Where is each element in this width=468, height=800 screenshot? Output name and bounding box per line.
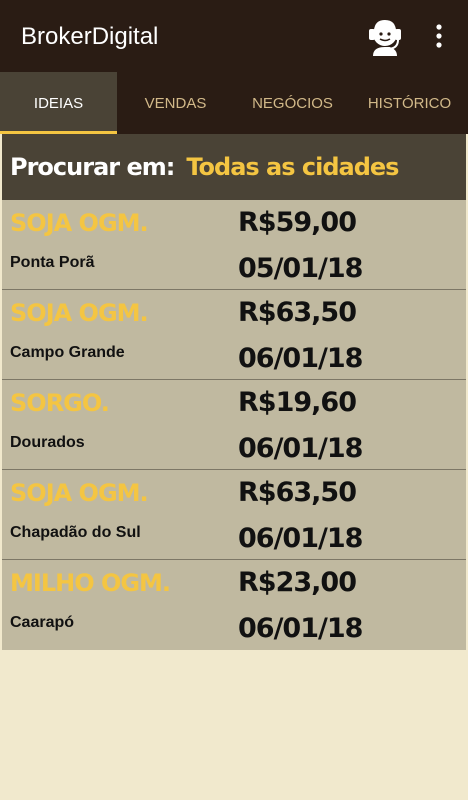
city-name: Campo Grande [10, 344, 125, 361]
product-name: SOJA OGM. [10, 479, 149, 507]
list-item[interactable]: SOJA OGM. Ponta Porã R$59,00 05/01/18 [2, 200, 466, 290]
tab-label: HISTÓRICO [367, 94, 452, 112]
filter-label: Procurar em: [10, 153, 175, 181]
price: R$63,50 [238, 297, 357, 328]
city-name: Ponta Porã [10, 254, 95, 271]
date: 05/01/18 [238, 253, 363, 284]
city-name: Caarapó [10, 614, 75, 631]
offers-list: SOJA OGM. Ponta Porã R$59,00 05/01/18 SO… [2, 200, 466, 650]
app-title: BrokerDigital [21, 23, 159, 50]
city-name: Dourados [10, 434, 85, 451]
support-agent-icon[interactable] [366, 16, 404, 56]
city-name: Chapadão do Sul [10, 524, 141, 541]
date: 06/01/18 [238, 523, 363, 554]
filter-value[interactable]: Todas as cidades [186, 153, 399, 181]
product-name: SOJA OGM. [10, 209, 149, 237]
tab-label: NEGÓCIOS [252, 94, 333, 112]
list-item[interactable]: SOJA OGM. Chapadão do Sul R$63,50 06/01/… [2, 470, 466, 560]
tab-ideias[interactable]: IDEIAS [0, 72, 117, 134]
city-filter[interactable]: Procurar em: Todas as cidades [2, 134, 466, 200]
tab-negocios[interactable]: NEGÓCIOS [234, 72, 351, 134]
list-item[interactable]: SOJA OGM. Campo Grande R$63,50 06/01/18 [2, 290, 466, 380]
tab-bar: IDEIAS VENDAS NEGÓCIOS HISTÓRICO [0, 72, 468, 134]
price: R$59,00 [238, 207, 357, 238]
app-bar: BrokerDigital [0, 0, 468, 72]
tab-label: VENDAS [144, 94, 207, 112]
tab-historico[interactable]: HISTÓRICO [351, 72, 468, 134]
price: R$23,00 [238, 567, 357, 598]
list-item[interactable]: SORGO. Dourados R$19,60 06/01/18 [2, 380, 466, 470]
date: 06/01/18 [238, 343, 363, 374]
tab-vendas[interactable]: VENDAS [117, 72, 234, 134]
date: 06/01/18 [238, 613, 363, 644]
product-name: SORGO. [10, 389, 110, 417]
product-name: MILHO OGM. [10, 569, 171, 597]
tab-label: IDEIAS [33, 94, 84, 112]
price: R$19,60 [238, 387, 357, 418]
date: 06/01/18 [238, 433, 363, 464]
more-vert-icon[interactable] [429, 22, 449, 52]
list-item[interactable]: MILHO OGM. Caarapó R$23,00 06/01/18 [2, 560, 466, 650]
product-name: SOJA OGM. [10, 299, 149, 327]
price: R$63,50 [238, 477, 357, 508]
